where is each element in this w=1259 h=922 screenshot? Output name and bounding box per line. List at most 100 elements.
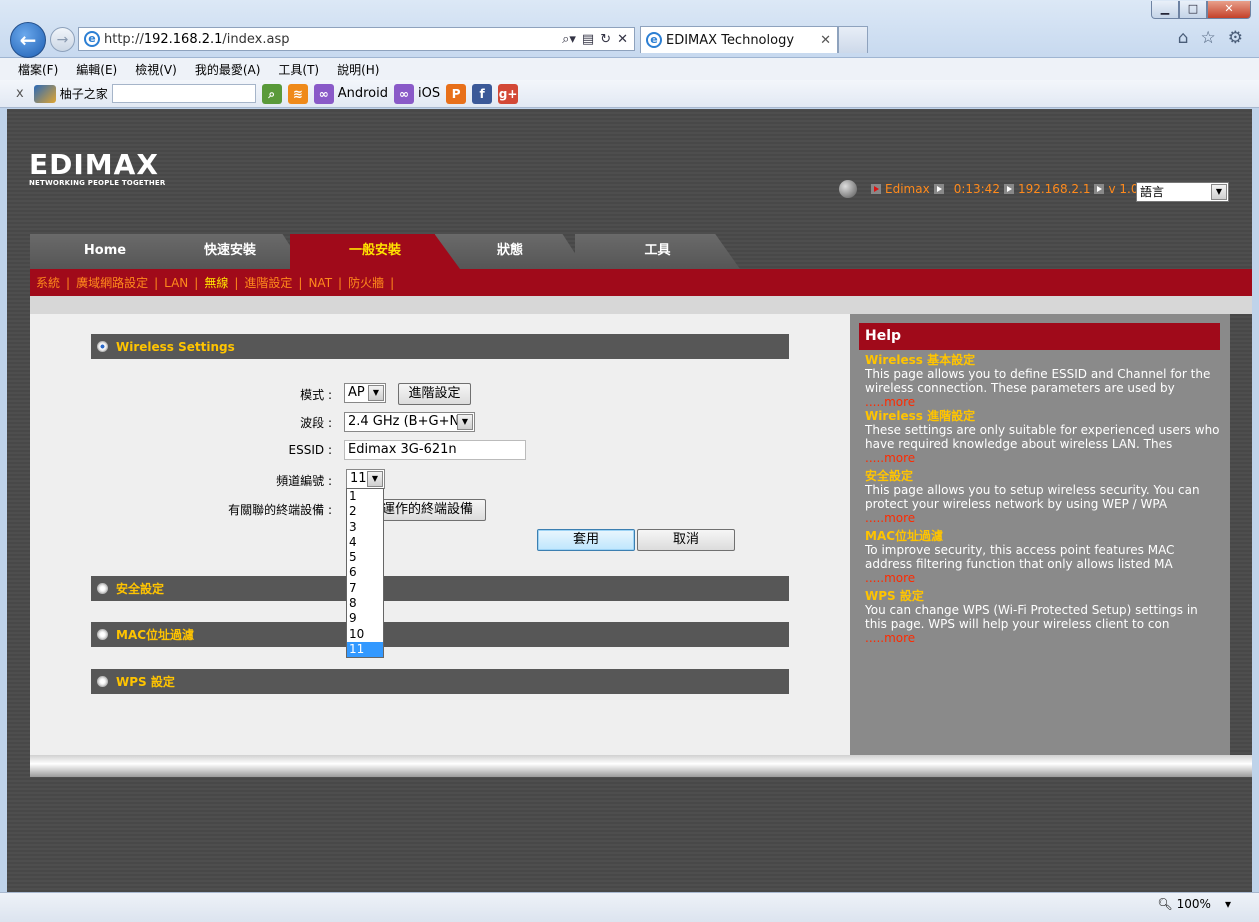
menu-edit[interactable]: 編輯(E)	[76, 61, 117, 78]
channel-dropdown-list: 1 2 3 4 5 6 7 8 9 10 11	[346, 488, 384, 659]
facebook-icon[interactable]: f	[472, 83, 493, 104]
maximize-icon[interactable]: □	[1179, 1, 1207, 19]
subnav-wireless[interactable]: 無線	[204, 274, 228, 291]
tab-general-setup[interactable]: 一般安裝	[290, 234, 460, 269]
menu-tools[interactable]: 工具(T)	[278, 61, 319, 78]
tab-tools[interactable]: 工具	[575, 234, 740, 269]
page-bottom-bar	[30, 755, 1252, 777]
channel-option[interactable]: 6	[347, 565, 383, 580]
channel-select[interactable]: 11 ▼	[346, 469, 385, 489]
tab-ie-icon: e	[646, 32, 662, 48]
tab-status[interactable]: 狀態	[435, 234, 585, 269]
toolbar-search-input[interactable]	[111, 84, 256, 103]
channel-option-selected[interactable]: 11	[347, 641, 383, 658]
channel-option[interactable]: 7	[347, 581, 383, 596]
favorites-star-icon[interactable]: ☆	[1201, 28, 1216, 48]
status-user: Edimax	[885, 182, 930, 196]
refresh-icon[interactable]: ↻	[600, 32, 611, 47]
menu-view[interactable]: 檢視(V)	[135, 61, 177, 78]
page-viewport: EDIMAX NETWORKING PEOPLE TOGETHER Edimax…	[7, 109, 1252, 892]
band-select[interactable]: 2.4 GHz (B+G+N) ▼	[344, 412, 475, 432]
help-more-link[interactable]: .....more	[865, 571, 915, 585]
tab-close-icon[interactable]: ✕	[820, 33, 831, 48]
toolbar-android-link[interactable]: Android	[338, 86, 388, 101]
channel-label: 頻道編號 :	[276, 474, 332, 488]
browser-tab[interactable]: e EDIMAX Technology ✕	[640, 26, 838, 53]
help-more-link[interactable]: .....more	[865, 395, 915, 409]
channel-option[interactable]: 3	[347, 520, 383, 535]
close-window-icon[interactable]: ✕	[1207, 1, 1251, 19]
apply-button[interactable]: 套用	[537, 529, 635, 551]
browser-title-bar: ▁ □ ✕ ← → e http://192.168.2.1/index.asp…	[0, 0, 1259, 58]
channel-option[interactable]: 1	[347, 489, 383, 504]
help-item: Wireless 基本設定 This page allows you to de…	[865, 353, 1211, 409]
tab-title: EDIMAX Technology	[666, 32, 795, 48]
subnav-wan[interactable]: 廣域網路設定	[76, 274, 148, 291]
menu-file[interactable]: 檔案(F)	[18, 61, 58, 78]
chevron-down-icon: ▾	[1224, 897, 1231, 911]
mode-select[interactable]: AP ▼	[344, 383, 386, 403]
plurk-icon[interactable]: P	[446, 83, 467, 104]
search-icon[interactable]: ⌕▾	[562, 32, 576, 47]
chevron-down-icon: ▼	[367, 471, 383, 487]
site-logo-icon	[33, 84, 56, 103]
channel-option[interactable]: 2	[347, 504, 383, 519]
section-wireless-settings[interactable]: Wireless Settings	[91, 334, 789, 359]
toolbar-site-name[interactable]: 柚子之家	[60, 85, 108, 102]
channel-option[interactable]: 9	[347, 611, 383, 626]
subnav-system[interactable]: 系統	[36, 274, 60, 291]
section-wps[interactable]: WPS 設定	[91, 669, 789, 694]
android-link-icon[interactable]: ∞	[313, 83, 334, 104]
zoom-icon: 🔍︎	[1157, 897, 1173, 911]
rss-icon[interactable]: ≋	[287, 83, 308, 104]
channel-option[interactable]: 5	[347, 550, 383, 565]
gear-icon[interactable]: ⚙	[1228, 28, 1243, 48]
back-button[interactable]: ←	[10, 22, 46, 58]
compat-view-icon[interactable]: ▤	[582, 32, 594, 47]
essid-input[interactable]: Edimax 3G-621n	[344, 440, 526, 460]
url-text[interactable]: http://192.168.2.1/index.asp	[104, 32, 562, 47]
edimax-logo: EDIMAX NETWORKING PEOPLE TOGETHER	[29, 148, 166, 188]
channel-option[interactable]: 10	[347, 627, 383, 642]
zoom-control[interactable]: 🔍︎ 100% ▾	[1157, 897, 1231, 911]
help-more-link[interactable]: .....more	[865, 451, 915, 465]
subnav-advanced[interactable]: 進階設定	[244, 274, 292, 291]
subnav-lan[interactable]: LAN	[164, 276, 188, 290]
channel-option[interactable]: 8	[347, 596, 383, 611]
forward-button[interactable]: →	[50, 27, 75, 52]
arrow-icon	[933, 184, 944, 194]
status-ip: 192.168.2.1	[1017, 182, 1091, 196]
arrow-icon	[871, 184, 881, 194]
address-bar[interactable]: e http://192.168.2.1/index.asp ⌕▾ ▤ ↻ ✕	[78, 27, 635, 51]
cancel-button[interactable]: 取消	[637, 529, 735, 551]
new-tab-button[interactable]	[838, 26, 868, 53]
help-more-link[interactable]: .....more	[865, 631, 915, 645]
arrow-icon	[1003, 184, 1014, 194]
toolbar-close-icon[interactable]: x	[16, 86, 24, 101]
ios-link-icon[interactable]: ∞	[393, 83, 414, 104]
browser-toolbar: x 柚子之家 ⌕ ≋ ∞ Android ∞ iOS P f g+	[0, 80, 1259, 108]
language-select[interactable]: 語言 ▼	[1136, 182, 1229, 202]
toolbar-ios-link[interactable]: iOS	[418, 86, 440, 101]
subnav-nat[interactable]: NAT	[308, 276, 332, 290]
stop-icon[interactable]: ✕	[617, 32, 628, 47]
menu-help[interactable]: 說明(H)	[337, 61, 379, 78]
help-item: Wireless 進階設定 These settings are only su…	[865, 409, 1220, 465]
home-icon[interactable]: ⌂	[1178, 28, 1189, 48]
toolbar-search-icon[interactable]: ⌕	[261, 83, 282, 104]
band-label: 波段 :	[300, 416, 332, 430]
channel-option[interactable]: 4	[347, 535, 383, 550]
radio-selected-icon	[97, 341, 108, 352]
status-info: Edimax 0:13:42 192.168.2.1 v 1.06e	[839, 180, 1154, 198]
minimize-icon[interactable]: ▁	[1151, 1, 1179, 19]
clients-label: 有關聯的終端設備 :	[228, 503, 332, 517]
section-mac-filter[interactable]: MAC位址過濾	[91, 622, 789, 647]
help-more-link[interactable]: .....more	[865, 511, 915, 525]
section-security[interactable]: 安全設定	[91, 576, 789, 601]
google-plus-icon[interactable]: g+	[498, 83, 519, 104]
window-controls: ▁ □ ✕	[1151, 1, 1251, 19]
tab-quick-setup[interactable]: 快速安裝	[155, 234, 305, 269]
subnav-firewall[interactable]: 防火牆	[348, 274, 384, 291]
advanced-settings-button[interactable]: 進階設定	[398, 383, 471, 405]
menu-favorites[interactable]: 我的最愛(A)	[195, 61, 261, 78]
